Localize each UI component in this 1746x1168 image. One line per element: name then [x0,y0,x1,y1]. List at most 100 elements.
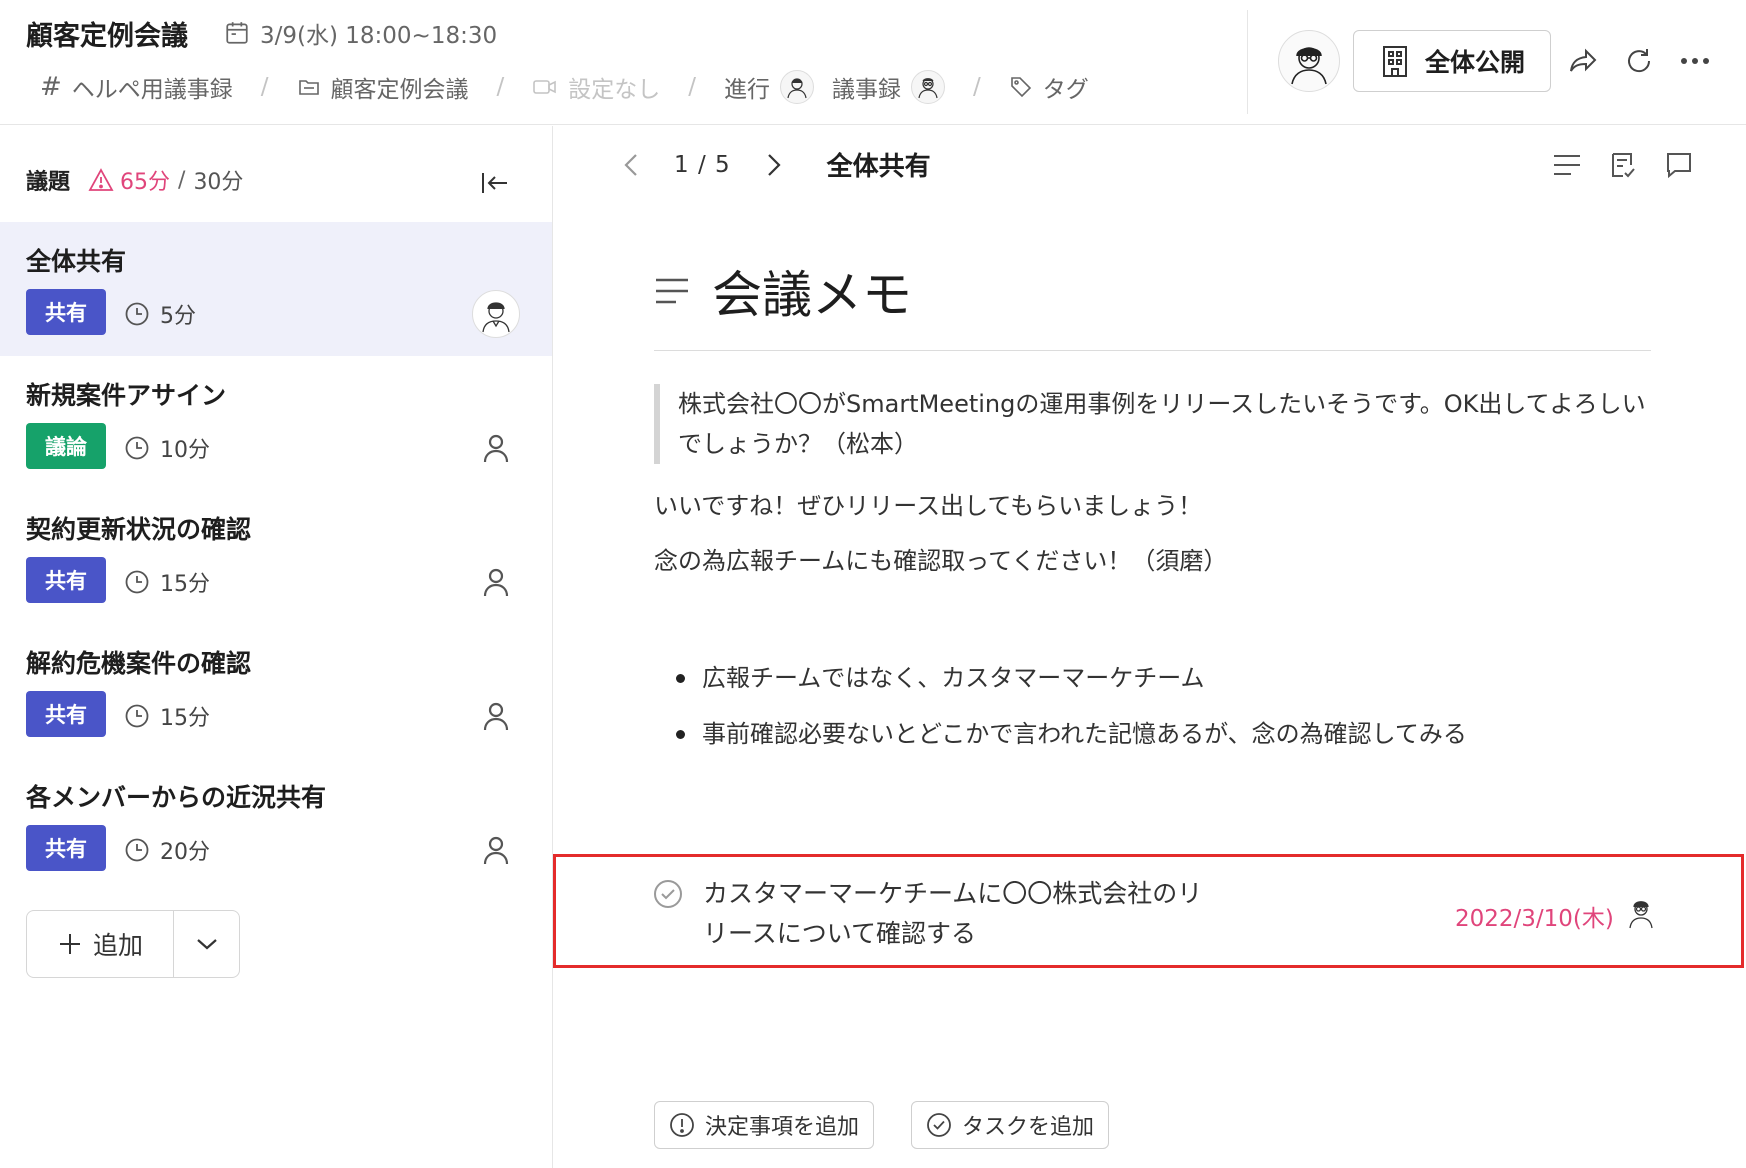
check-circle-icon [927,1113,951,1137]
calendar-icon [226,22,248,44]
agenda-duration-text: 15分 [160,572,210,597]
person-icon[interactable] [472,826,520,874]
visibility-button[interactable]: 全体公開 [1353,30,1551,92]
crumb-notebook-label: ヘルペ用議事録 [71,77,233,103]
current-agenda-title: 全体共有 [826,152,931,182]
agenda-list: 全体共有 共有 5分 新規案件アサイン 議論 10分 契約更新状況の確認 共有 … [0,222,552,892]
agenda-item-title: 全体共有 [26,247,127,276]
hash-icon: # [40,72,62,102]
memo-paragraph[interactable]: いいですね！ぜひリリース出してもらいましょう！ [654,486,1202,521]
crumb-minutes[interactable]: 議事録 [832,70,946,104]
add-agenda-dropdown[interactable] [174,911,239,977]
agenda-duration-text: 10分 [160,438,210,463]
crumb-separator: / [260,74,269,100]
list-item[interactable]: 事前確認必要ないとどこかで言われた記憶あるが、念の為確認してみる [674,706,1467,762]
comment-icon[interactable] [1662,148,1696,182]
chevron-left-icon [624,153,637,176]
agenda-item[interactable]: 解約危機案件の確認 共有 15分 [0,624,552,758]
facilitator-label: 進行 [724,77,771,103]
add-agenda-button[interactable]: 追加 [27,911,174,977]
agenda-item-title: 各メンバーからの近況共有 [26,783,327,812]
memo-quote[interactable]: 株式会社〇〇がSmartMeetingの運用事例をリリースしたいそうです。OK出… [654,384,1651,464]
breadcrumb: # ヘルペ用議事録 / 顧客定例会議 / 設定なし / 進行 議事録 / タグ [40,70,1089,104]
datetime-text: 3/9(水) 18:00~18:30 [260,23,498,49]
agenda-duration: 5分 [124,298,196,330]
over-time-text: 65分 [120,170,171,195]
total-time-text: 30分 [193,170,244,195]
meeting-header: 顧客定例会議 3/9(水) 18:00~18:30 # ヘルペ用議事録 / 顧客… [0,0,1746,125]
add-agenda-label: 追加 [92,931,143,960]
person-icon[interactable] [472,558,520,606]
person-icon[interactable] [472,424,520,472]
agenda-duration: 15分 [124,566,210,598]
person-icon[interactable] [472,692,520,740]
add-task-label: タスクを追加 [962,1115,1095,1140]
main-toolbar [1550,148,1696,182]
share-icon[interactable] [1566,44,1600,78]
agenda-over-time: 65分 [88,164,170,196]
memo-lines-icon [656,278,688,304]
memo-paragraph[interactable]: 念の為広報チームにも確認取ってください！（須磨） [654,541,1227,576]
plus-icon [59,934,80,954]
list-item[interactable]: 広報チームではなく、カスタマーマーケチーム [674,650,1467,706]
meeting-datetime[interactable]: 3/9(水) 18:00~18:30 [224,16,497,50]
crumb-video-label: 設定なし [568,77,661,103]
host-avatar[interactable] [1278,30,1340,92]
task-assignee-avatar[interactable] [1623,894,1659,930]
warning-icon [88,168,114,191]
clock-icon [125,704,149,728]
crumb-tag[interactable]: タグ [1009,70,1089,104]
memo-divider [654,350,1651,351]
task-list-icon[interactable] [1606,148,1640,182]
building-icon [1382,46,1407,77]
tag-icon [1010,77,1031,98]
add-decision-button[interactable]: 決定事項を追加 [654,1101,875,1149]
task-check-icon[interactable] [652,878,684,910]
collapse-sidebar-icon[interactable] [478,166,512,200]
agenda-item[interactable]: 全体共有 共有 5分 [0,222,552,356]
agenda-item[interactable]: 契約更新状況の確認 共有 15分 [0,490,552,624]
header-divider [1247,10,1248,114]
agenda-item[interactable]: 各メンバーからの近況共有 共有 20分 [0,758,552,892]
add-decision-label: 決定事項を追加 [705,1115,860,1140]
crumb-notebook[interactable]: # ヘルペ用議事録 [40,70,233,104]
agenda-item-title: 解約危機案件の確認 [26,649,252,678]
owner-avatar[interactable] [472,290,520,338]
video-icon [533,80,557,94]
task-text[interactable]: カスタマーマーケチームに〇〇株式会社のリリースについて確認する [703,874,1223,954]
facilitator-avatar [780,70,815,104]
clock-icon [125,436,149,460]
outline-icon[interactable] [1550,148,1584,182]
agenda-type-badge: 共有 [26,825,106,871]
time-separator: / [178,167,186,193]
agenda-duration: 15分 [124,700,210,732]
agenda-item[interactable]: 新規案件アサイン 議論 10分 [0,356,552,490]
add-task-button[interactable]: タスクを追加 [911,1101,1110,1149]
crumb-folder-label: 顧客定例会議 [330,77,469,103]
agenda-duration-text: 15分 [160,706,210,731]
agenda-pager: 1 / 5 全体共有 [614,146,931,183]
meeting-title[interactable]: 顧客定例会議 [26,14,188,53]
agenda-duration: 20分 [124,834,210,866]
next-agenda-button[interactable] [757,148,791,182]
clock-icon [125,838,149,862]
more-icon[interactable] [1678,44,1712,78]
main-content: 1 / 5 全体共有 会議メモ 株式会社〇〇がSmartMeetingの運用事例… [553,126,1746,1168]
agenda-item-title: 契約更新状況の確認 [26,515,252,544]
memo-title: 会議メモ [712,266,912,324]
crumb-tag-label: タグ [1042,77,1089,103]
crumb-video[interactable]: 設定なし [532,70,660,104]
task-due-date[interactable]: 2022/3/10(木) [1455,899,1614,933]
agenda-item-title: 新規案件アサイン [26,381,227,410]
minutes-label: 議事録 [832,77,902,103]
agenda-header: 議題 65分 / 30分 [26,164,243,196]
agenda-type-badge: 議論 [26,423,106,469]
agenda-type-badge: 共有 [26,557,106,603]
crumb-facilitator[interactable]: 進行 [724,70,815,104]
prev-agenda-button[interactable] [614,148,648,182]
crumb-folder[interactable]: 顧客定例会議 [297,70,469,104]
agenda-type-badge: 共有 [26,289,106,335]
chevron-down-icon [196,939,217,950]
visibility-label: 全体公開 [1424,48,1525,77]
refresh-icon[interactable] [1622,44,1656,78]
